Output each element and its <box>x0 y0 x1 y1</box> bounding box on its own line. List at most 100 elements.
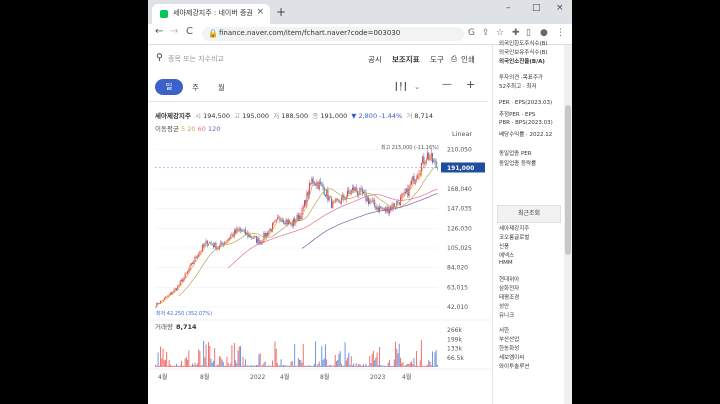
candle-body <box>402 193 404 196</box>
volume-bar <box>430 365 432 367</box>
recent-stock-item[interactable]: 와이투솔루션 <box>499 362 529 370</box>
volume-bar <box>334 354 336 367</box>
candle-body <box>351 187 353 191</box>
volume-bar <box>395 341 397 367</box>
recent-stock-item[interactable]: 에넥스 <box>499 251 514 259</box>
scrollbar[interactable] <box>564 45 572 404</box>
sidebar-sector-item[interactable]: 동일업종 PER <box>499 149 532 157</box>
candle-body <box>372 200 374 201</box>
candle-body <box>434 160 436 162</box>
sidebar-per-item[interactable]: 추정PER · EPS <box>499 110 535 118</box>
volume-bar <box>332 365 334 367</box>
volume-bar <box>248 365 250 367</box>
sidebar-opinion-item[interactable]: 투자의견 ·목표주가 <box>499 73 543 81</box>
recent-stock-item[interactable]: 세보엠이씨 <box>499 353 524 361</box>
volume-bar <box>288 365 289 367</box>
back-button[interactable]: ← <box>155 26 163 37</box>
candle-body <box>419 172 421 174</box>
scrollbar-thumb[interactable] <box>565 105 571 255</box>
recent-stock-item[interactable]: 현대위아 <box>499 275 519 283</box>
close-window-button[interactable]: × <box>556 3 564 13</box>
sidepanel-icon[interactable]: ▯ <box>526 28 531 38</box>
url-text[interactable]: finance.naver.com/item/fchart.naver?code… <box>219 29 400 37</box>
volume-bar <box>263 362 265 367</box>
recent-stock-item[interactable]: 성안 <box>499 302 509 310</box>
menu-kebab-icon[interactable]: ⋮ <box>556 28 565 38</box>
tab-close-icon[interactable]: × <box>256 7 264 17</box>
volume-bar <box>353 363 355 367</box>
sidebar-foreign-item[interactable]: 외국인한도주식수(B) <box>499 39 548 47</box>
omnibox[interactable]: 🔒 finance.naver.com/item/fchart.naver?co… <box>202 27 464 41</box>
extensions-icon[interactable]: ✚ <box>512 28 520 38</box>
volume-bar <box>390 365 392 367</box>
sidebar-per-item[interactable]: 배당수익률 · 2022.12 <box>499 130 552 138</box>
volume-bar <box>203 340 205 367</box>
candle-body <box>226 240 228 243</box>
sidebar-foreign-item[interactable]: 외국인보유주식수(B) <box>499 48 548 56</box>
recent-stock-item[interactable]: 부산산업 <box>499 335 519 343</box>
volume-bar <box>372 350 374 367</box>
volume-bar <box>388 360 390 367</box>
sidebar-per-item[interactable]: PER · EPS(2023.03) <box>499 100 552 106</box>
bookmark-star-icon[interactable]: ☆ <box>496 28 504 38</box>
reload-button[interactable]: C <box>186 26 193 37</box>
volume-bar <box>380 365 382 367</box>
candle-body <box>194 256 196 263</box>
candle-body <box>311 178 313 184</box>
candle-body <box>433 160 435 163</box>
volume-bar <box>393 359 395 367</box>
sidebar-per-item[interactable]: PBR · BPS(2023.03) <box>499 120 553 126</box>
price-chart[interactable]: 210,050 168,040 147,035 126,030 105,025 84,02… <box>148 45 492 404</box>
recent-stock-item[interactable]: 유니크 <box>499 311 514 319</box>
google-icon[interactable]: G <box>468 28 475 38</box>
recent-stock-item[interactable]: HMM <box>499 260 513 266</box>
recent-stock-item[interactable]: 코오롱글로벌 <box>499 233 529 241</box>
volume-bar <box>184 358 186 367</box>
candle-body <box>190 263 192 266</box>
candle-body <box>242 230 244 232</box>
volume-bar <box>418 365 420 367</box>
volume-bar <box>328 365 330 367</box>
candle-body <box>348 190 350 193</box>
volume-bar <box>231 345 233 367</box>
volume-bar <box>156 365 158 367</box>
forward-button[interactable]: → <box>170 26 178 37</box>
volume-bar <box>188 350 190 367</box>
recent-stock-item[interactable]: 신풍 <box>499 242 509 250</box>
minimize-button[interactable]: – <box>506 3 511 13</box>
candle-body <box>278 217 280 218</box>
share-icon[interactable]: ⇪ <box>482 28 490 38</box>
recent-stock-item[interactable]: 세아제강지주 <box>499 224 529 232</box>
volume-bar <box>299 359 301 367</box>
candle-body <box>169 292 171 295</box>
sidebar: 최근조회 외국인한도주식수(B) 외국인보유주식수(B) 외국인소진율(B/A) 투자… <box>492 41 564 404</box>
volume-bar <box>286 365 288 367</box>
volume-bar <box>240 346 242 367</box>
volume-bar <box>320 365 321 367</box>
volume-bar <box>208 342 210 367</box>
volume-bar <box>323 358 325 367</box>
profile-avatar-icon[interactable]: ● <box>540 28 548 38</box>
candle-body <box>274 220 276 223</box>
x-axis-label: 4월 <box>280 373 289 381</box>
recent-stock-item[interactable]: 서한 <box>499 326 509 334</box>
volume-bar <box>259 353 261 367</box>
volume-bar <box>221 359 223 367</box>
candle-body <box>411 180 413 185</box>
tab-active[interactable]: 세아제강지주 : 네이버 증권 × <box>152 4 270 24</box>
new-tab-button[interactable]: + <box>276 5 286 19</box>
maximize-button[interactable]: □ <box>532 3 541 13</box>
sidebar-opinion-item[interactable]: 52주최고 · 최저 <box>499 82 537 90</box>
recent-stock-item[interactable]: 삼화전자 <box>499 284 519 292</box>
volume-bar <box>264 361 266 367</box>
sidebar-sector-item[interactable]: 동일업종 등락률 <box>499 159 536 167</box>
recent-stock-item[interactable]: 한농화성 <box>499 344 519 352</box>
x-axis-label: 4월 <box>158 373 167 381</box>
recent-view-header[interactable]: 최근조회 <box>497 205 561 223</box>
candle-body <box>171 292 173 294</box>
recent-stock-item[interactable]: 태평조경 <box>499 293 519 301</box>
volume-bar <box>160 346 162 367</box>
sidebar-foreign-item[interactable]: 외국인소진율(B/A) <box>499 57 545 65</box>
candle-body <box>417 175 419 179</box>
candle-body <box>307 192 309 196</box>
